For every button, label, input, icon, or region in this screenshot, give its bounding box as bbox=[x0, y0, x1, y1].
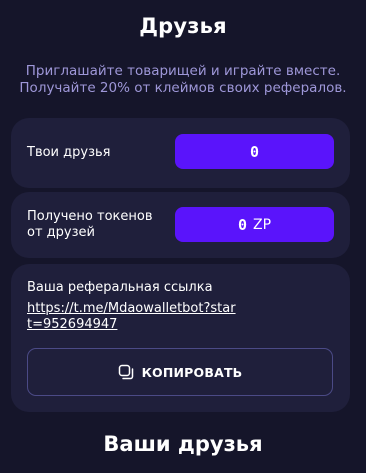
subtitle-line-2: Получайте 20% от клеймов своих рефералов… bbox=[19, 80, 347, 96]
referral-link[interactable]: https://t.me/Mdaowalletbot?start=9526949… bbox=[27, 301, 237, 333]
tokens-earned-value-badge: 0 ZP bbox=[175, 207, 334, 242]
friends-section-title: Ваши друзья bbox=[103, 432, 263, 456]
tokens-earned-card: Получено токенов от друзей 0 ZP bbox=[11, 192, 350, 258]
page-subtitle: Приглашайте товарищей и играйте вместе. … bbox=[0, 63, 366, 97]
copy-link-button[interactable]: КОПИРОВАТЬ bbox=[27, 348, 333, 396]
copy-icon bbox=[118, 364, 135, 381]
page-title: Друзья bbox=[139, 14, 227, 38]
tokens-unit: ZP bbox=[252, 216, 272, 233]
tokens-earned-value: 0 bbox=[237, 215, 247, 234]
subtitle-line-1: Приглашайте товарищей и играйте вместе. bbox=[25, 63, 341, 79]
copy-button-label: КОПИРОВАТЬ bbox=[141, 364, 243, 380]
referral-link-card: Ваша реферальная ссылка https://t.me/Mda… bbox=[11, 264, 350, 412]
friends-count-card: Твои друзья 0 bbox=[11, 118, 350, 188]
friends-count-value: 0 bbox=[249, 142, 260, 161]
tokens-earned-label: Получено токенов от друзей bbox=[27, 209, 153, 240]
friends-count-value-badge: 0 bbox=[175, 134, 334, 169]
friends-count-label: Твои друзья bbox=[27, 145, 111, 160]
referral-link-label: Ваша реферальная ссылка bbox=[27, 280, 213, 295]
